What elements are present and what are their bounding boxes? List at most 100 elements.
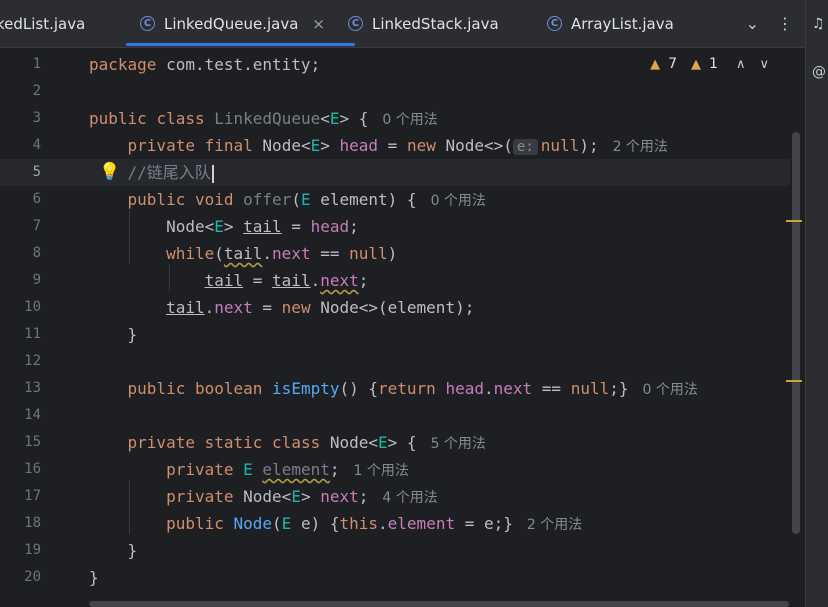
field-name: head — [445, 379, 484, 398]
keyword: return — [378, 379, 436, 398]
field-name: head — [339, 136, 379, 155]
field-name: next — [272, 244, 311, 263]
class-icon: C — [140, 16, 155, 31]
line-number: 16 — [24, 461, 41, 477]
punct: ; — [329, 460, 340, 479]
code-line: 4 private final Node<E> head = new Node<… — [0, 132, 790, 159]
punct: . — [262, 244, 273, 263]
punct: . — [378, 514, 388, 533]
field-name: next — [214, 298, 253, 317]
code-line: 17 private Node<E> next; 4 个用法 — [0, 483, 790, 510]
operator: == — [532, 379, 571, 398]
line-number: 5 — [32, 164, 41, 180]
line-number: 3 — [32, 110, 41, 126]
close-tab-icon[interactable]: × — [312, 15, 325, 33]
tab-linkedstack[interactable]: C LinkedStack.java — [348, 0, 499, 47]
punct: ( — [291, 190, 301, 209]
code-line: 1 package com.test.entity; — [0, 51, 790, 78]
usages-hint[interactable]: 0 个用法 — [382, 112, 437, 128]
keyword: null — [540, 136, 580, 155]
usages-hint[interactable]: 1 个用法 — [354, 463, 409, 479]
method-name: offer — [243, 190, 292, 209]
usages-hint[interactable]: 0 个用法 — [431, 193, 486, 209]
code-editor[interactable]: ▲ 7 ▲ 1 ∧ ∨ 1 package com.test.entity; 2… — [0, 48, 805, 607]
punct: () { — [339, 379, 379, 398]
line-number: 9 — [32, 272, 41, 288]
tab-arraylist[interactable]: C ArrayList.java — [547, 0, 674, 47]
punct: { — [397, 433, 417, 452]
usages-hint[interactable]: 2 个用法 — [613, 139, 668, 155]
code-line: 14 — [0, 402, 790, 429]
type-parameter: E — [378, 433, 388, 452]
line-number: 17 — [24, 488, 41, 504]
field-name: element — [262, 460, 330, 479]
code-line: 12 — [0, 348, 790, 375]
type-parameter: E — [291, 487, 301, 506]
horizontal-scrollbar[interactable] — [89, 601, 789, 607]
variable: tail — [243, 217, 282, 236]
punct: > — [387, 433, 398, 452]
lightbulb-icon[interactable]: 💡 — [99, 159, 120, 186]
line-number: 2 — [32, 83, 41, 99]
ide-window: kedList.java C LinkedQueue.java × C Link… — [0, 0, 828, 607]
line-number: 4 — [32, 137, 41, 153]
line-number: 6 — [32, 191, 41, 207]
usages-hint[interactable]: 5 个用法 — [431, 436, 486, 452]
type-parameter: E — [300, 190, 311, 209]
punct: ) — [387, 244, 398, 263]
keyword: class — [156, 109, 205, 128]
chevron-down-icon[interactable]: ⌄ — [746, 14, 759, 33]
type-name: Node< — [262, 136, 311, 155]
code-line: 19 } — [0, 537, 790, 564]
keyword: private — [127, 136, 195, 155]
field-name: element — [387, 514, 456, 533]
code-line: 18 public Node(E e) {this.element = e;} 2… — [0, 510, 790, 537]
usages-hint[interactable]: 4 个用法 — [382, 490, 437, 506]
usages-hint[interactable]: 0 个用法 — [642, 382, 697, 398]
tab-linkedlist[interactable]: kedList.java — [0, 0, 85, 47]
usages-hint[interactable]: 2 个用法 — [527, 517, 582, 533]
line-number: 1 — [32, 56, 41, 72]
constructor-call: Node<>(element); — [310, 298, 475, 317]
keyword: null — [570, 379, 610, 398]
keyword: static — [204, 433, 263, 452]
punct: ; — [358, 271, 369, 290]
operator: = — [378, 136, 407, 155]
ai-assistant-icon[interactable]: @ — [812, 64, 826, 80]
tab-linkedqueue[interactable]: C LinkedQueue.java × — [126, 0, 355, 47]
vertical-scrollbar[interactable] — [792, 132, 800, 534]
line-number: 20 — [24, 569, 41, 585]
line-number: 14 — [24, 407, 41, 423]
code-line: 3 public class LinkedQueue<E> {0 个用法 — [0, 105, 790, 132]
line-number: 12 — [24, 353, 41, 369]
method-name: Node — [233, 514, 273, 533]
warning-stripe-marker[interactable] — [786, 380, 802, 382]
keyword: class — [272, 433, 321, 452]
code-line: 13 public boolean isEmpty() {return head… — [0, 375, 790, 402]
punct: ; — [358, 487, 369, 506]
keyword: void — [194, 190, 234, 209]
keyword: boolean — [194, 379, 263, 398]
type-parameter: E — [281, 514, 292, 533]
notifications-icon[interactable]: ♫ — [812, 16, 825, 32]
tab-tools: ⌄ ⋮ — [746, 0, 793, 47]
punct: > — [300, 487, 311, 506]
type-name: Node< — [243, 487, 292, 506]
keyword: new — [281, 298, 311, 317]
line-number: 10 — [24, 299, 41, 315]
punct: ); — [579, 136, 599, 155]
line-number: 18 — [24, 515, 41, 531]
punct: > — [320, 136, 330, 155]
keyword: while — [166, 244, 215, 263]
warning-stripe-marker[interactable] — [786, 220, 802, 222]
constructor-call: Node<>( — [435, 136, 513, 155]
punct: { — [349, 109, 369, 128]
keyword: private — [166, 487, 234, 506]
tab-label: ArrayList.java — [571, 14, 674, 33]
punct: . — [204, 298, 215, 317]
more-options-icon[interactable]: ⋮ — [777, 14, 793, 33]
field-name: next — [493, 379, 533, 398]
punct: < — [320, 109, 330, 128]
parameter-hint: e: — [512, 139, 538, 155]
variable: tail — [223, 244, 263, 263]
